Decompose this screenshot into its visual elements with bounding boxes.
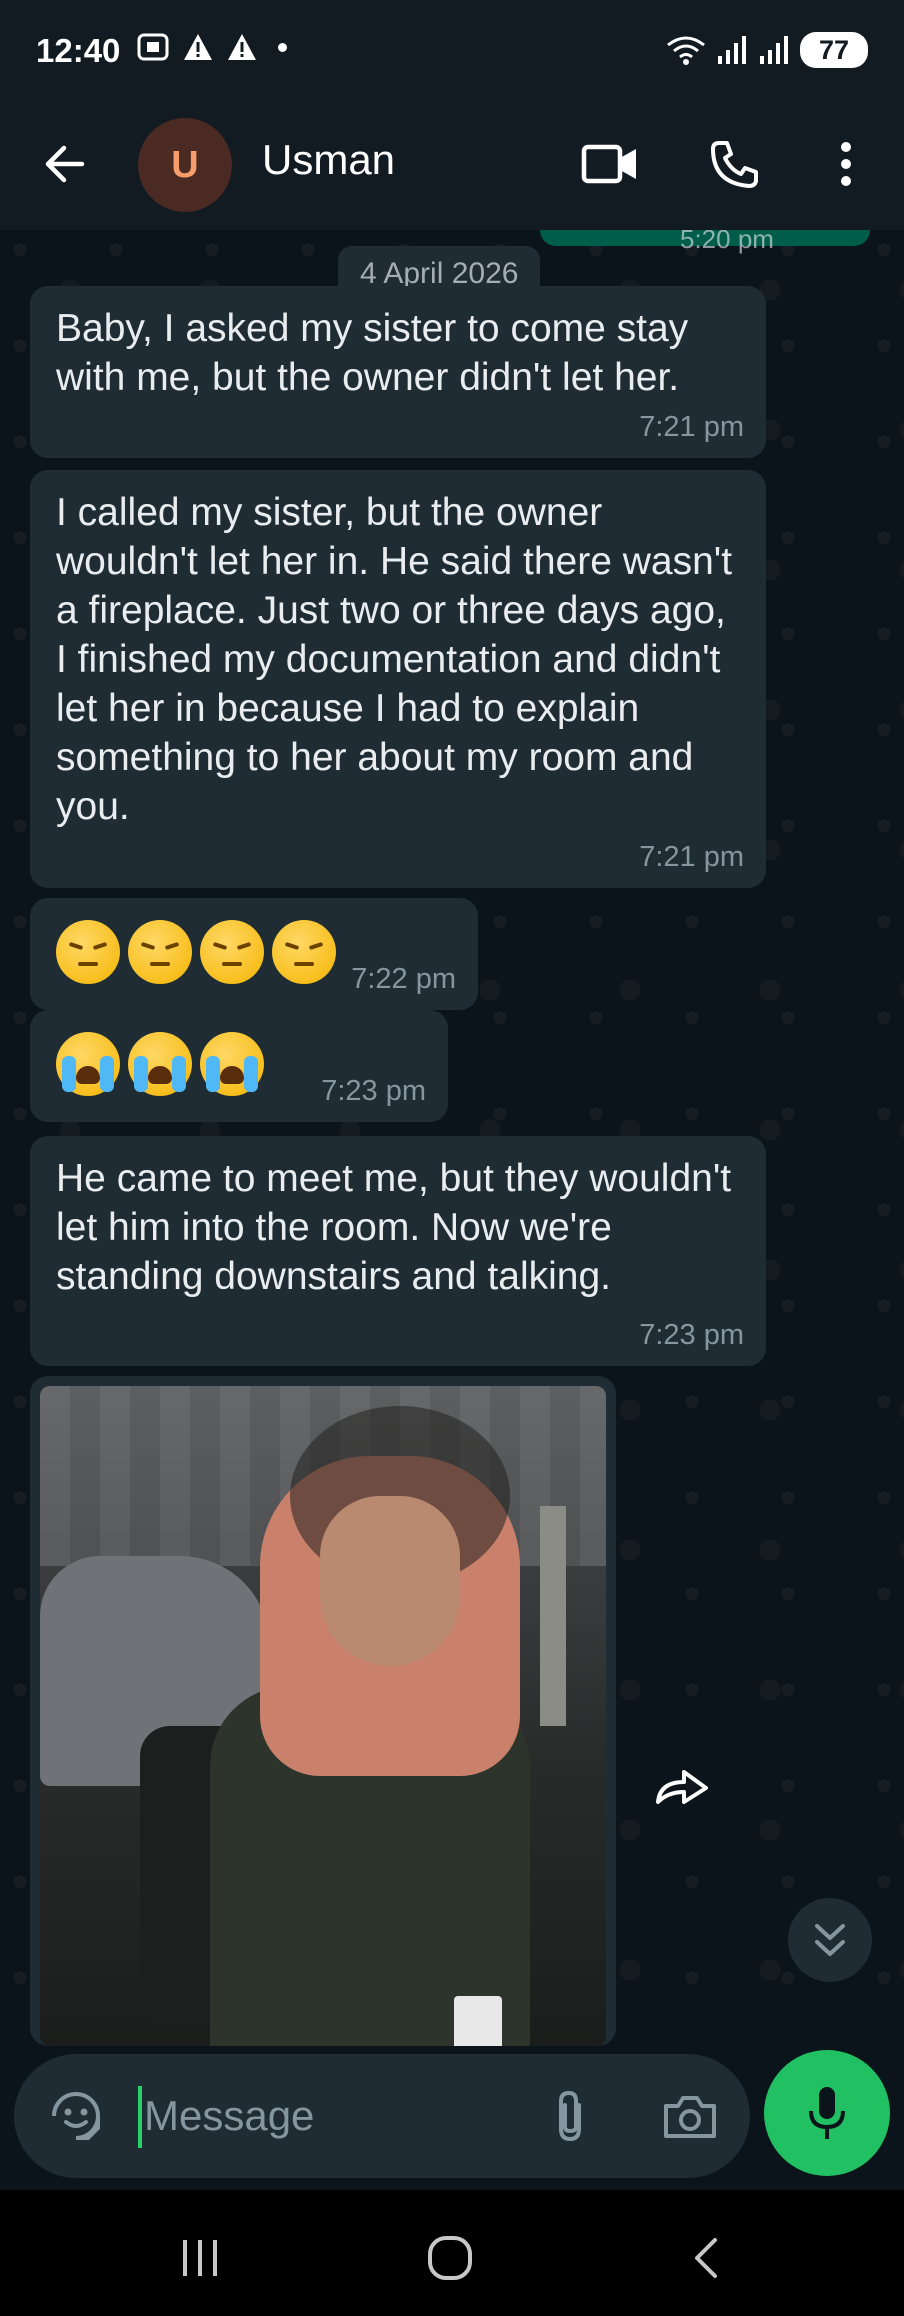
loudly-crying-face-emoji [56, 1032, 120, 1096]
notification-icons [136, 32, 287, 62]
message-text: I called my sister, but the owner wouldn… [56, 491, 733, 828]
recents-icon [183, 2240, 217, 2276]
double-chevron-down-icon [815, 1924, 845, 1956]
incoming-message[interactable]: Baby, I asked my sister to come stay wit… [30, 286, 766, 458]
pensive-face-emoji [200, 920, 264, 984]
pensive-face-emoji [272, 920, 336, 984]
status-bar: 12:40 77 [0, 0, 904, 100]
microphone-icon [809, 2087, 845, 2139]
previous-message-time: 5:20 pm [680, 230, 774, 254]
forward-button[interactable] [634, 1738, 730, 1834]
camera-button[interactable] [658, 2084, 722, 2148]
camera-icon [664, 2096, 716, 2138]
battery-level: 77 [818, 34, 850, 65]
back-arrow-icon [45, 145, 85, 183]
message-text: Baby, I asked my sister to come stay wit… [56, 307, 689, 399]
wifi-icon [667, 36, 705, 65]
signal-icon [718, 36, 746, 64]
loudly-crying-face-emoji [128, 1032, 192, 1096]
message-time: 7:23 pm [321, 1075, 426, 1107]
contact-name[interactable]: Usman [262, 136, 395, 184]
loudly-crying-face-emoji [200, 1032, 264, 1096]
signal-icon [760, 36, 788, 64]
sticker-button[interactable] [44, 2084, 108, 2148]
chat-header: U Usman [0, 100, 904, 230]
back-button[interactable] [34, 134, 94, 194]
paperclip-icon [559, 2090, 581, 2142]
avatar[interactable]: U [138, 118, 232, 212]
incoming-message[interactable]: He came to meet me, but they wouldn't le… [30, 1136, 766, 1366]
video-call-button[interactable] [578, 134, 642, 194]
notification-dot [278, 42, 287, 52]
video-call-icon [581, 144, 636, 184]
message-input[interactable] [144, 2082, 524, 2150]
voice-call-button[interactable] [704, 134, 764, 194]
warning-icon [184, 34, 212, 60]
voice-message-button[interactable] [764, 2050, 890, 2176]
photo[interactable] [40, 1386, 606, 2046]
avatar-initial: U [171, 143, 199, 186]
home-icon [428, 2236, 472, 2280]
recents-button[interactable] [170, 2228, 230, 2288]
attach-button[interactable] [538, 2084, 602, 2148]
incoming-emoji-message[interactable]: 7:22 pm [30, 898, 478, 1010]
status-time: 12:40 [36, 32, 121, 69]
message-time: 7:22 pm [351, 963, 456, 995]
system-back-button[interactable] [676, 2228, 736, 2288]
warning-icon [228, 34, 256, 60]
scroll-to-bottom-button[interactable] [788, 1898, 872, 1982]
message-text: He came to meet me, but they wouldn't le… [56, 1157, 732, 1298]
battery-indicator: 77 [800, 32, 868, 68]
message-time: 7:21 pm [639, 841, 744, 873]
pensive-face-emoji [56, 920, 120, 984]
incoming-image-message[interactable] [30, 1376, 616, 2046]
screen: 12:40 77 U Usman 5:20 pm 4 April 2026 Ba… [0, 0, 904, 2316]
message-composer [14, 2054, 750, 2178]
home-button[interactable] [420, 2228, 480, 2288]
screenshot-icon [137, 33, 169, 61]
incoming-emoji-message[interactable]: 7:23 pm [30, 1010, 448, 1122]
sticker-icon [52, 2092, 100, 2140]
chevron-left-icon [695, 2238, 717, 2278]
text-cursor [138, 2086, 142, 2148]
phone-icon [711, 141, 758, 188]
chat-area[interactable]: 5:20 pm 4 April 2026 Baby, I asked my si… [0, 230, 904, 2050]
pensive-face-emoji [128, 920, 192, 984]
more-options-button[interactable] [826, 134, 866, 194]
system-icons: 77 [666, 32, 868, 68]
incoming-message[interactable]: I called my sister, but the owner wouldn… [30, 470, 766, 888]
more-vert-icon [841, 142, 851, 186]
message-time: 7:21 pm [639, 411, 744, 443]
system-navigation-bar [0, 2190, 904, 2316]
forward-icon [656, 1770, 708, 1804]
message-time: 7:23 pm [639, 1319, 744, 1351]
